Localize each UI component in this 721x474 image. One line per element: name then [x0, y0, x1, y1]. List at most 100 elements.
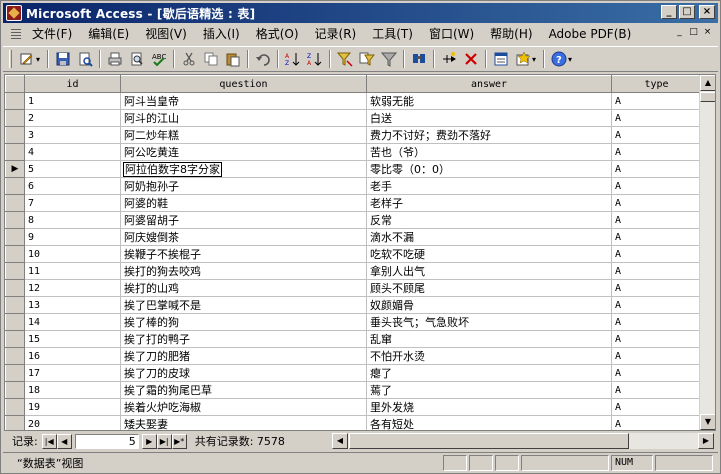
column-header-question[interactable]: question	[120, 75, 367, 93]
save-icon[interactable]	[53, 49, 73, 69]
copy-icon[interactable]	[201, 49, 221, 69]
cell-type[interactable]: A	[611, 245, 702, 263]
undo-icon[interactable]	[253, 49, 273, 69]
filter-by-selection-icon[interactable]	[335, 49, 355, 69]
next-record-button[interactable]: ▶	[141, 433, 157, 449]
record-selector[interactable]	[5, 92, 25, 110]
cell-answer[interactable]: 各有短处	[366, 415, 612, 430]
record-selector[interactable]	[5, 415, 25, 430]
cell-id[interactable]: 5	[24, 160, 121, 178]
cell-type[interactable]: A	[611, 279, 702, 297]
cell-id[interactable]: 4	[24, 143, 121, 161]
new-record-icon[interactable]	[439, 49, 459, 69]
cell-answer[interactable]: 垂头丧气；气急败坏	[366, 313, 612, 331]
table-row[interactable]: 10 挨鞭子不挨棍子 吃软不吃硬 A	[5, 245, 702, 263]
cell-answer[interactable]: 顾头不顾尾	[366, 279, 612, 297]
cell-type[interactable]: A	[611, 143, 702, 161]
cell-answer[interactable]: 软弱无能	[366, 92, 612, 110]
record-selector[interactable]	[5, 177, 25, 195]
cell-type[interactable]: A	[611, 92, 702, 110]
toolbar-grip[interactable]	[9, 50, 12, 68]
cell-id[interactable]: 1	[24, 92, 121, 110]
cell-question[interactable]: 阿奶抱孙子	[120, 177, 367, 195]
record-selector[interactable]	[5, 194, 25, 212]
help-icon[interactable]: ?	[549, 49, 569, 69]
cell-answer[interactable]: 不怕开水烫	[366, 347, 612, 365]
cell-answer[interactable]: 吃软不吃硬	[366, 245, 612, 263]
cell-id[interactable]: 18	[24, 381, 121, 399]
doc-close-button[interactable]: ×	[701, 27, 714, 39]
table-row[interactable]: 4 阿公吃黄连 苦也（爷） A	[5, 143, 702, 161]
table-row[interactable]: 9 阿庆嫂倒茶 滴水不漏 A	[5, 228, 702, 246]
cell-question[interactable]: 挨打的山鸡	[120, 279, 367, 297]
editing-cell-text[interactable]: 阿拉伯数字8字分家	[123, 162, 222, 177]
cell-type[interactable]: A	[611, 109, 702, 127]
table-row[interactable]: 12 挨打的山鸡 顾头不顾尾 A	[5, 279, 702, 297]
cell-id[interactable]: 16	[24, 347, 121, 365]
cell-answer[interactable]: 里外发烧	[366, 398, 612, 416]
record-selector[interactable]	[5, 364, 25, 382]
cell-question[interactable]: 挨了打的鸭子	[120, 330, 367, 348]
menu-window[interactable]: 窗口(W)	[421, 25, 482, 43]
record-selector[interactable]	[5, 109, 25, 127]
current-record-input[interactable]: 5	[74, 433, 139, 449]
cell-question[interactable]: 挨鞭子不挨棍子	[120, 245, 367, 263]
cell-type[interactable]: A	[611, 364, 702, 382]
cell-question[interactable]: 挨了棒的狗	[120, 313, 367, 331]
delete-record-icon[interactable]	[461, 49, 481, 69]
cell-id[interactable]: 6	[24, 177, 121, 195]
cell-type[interactable]: A	[611, 347, 702, 365]
menu-format[interactable]: 格式(O)	[248, 25, 307, 43]
column-header-answer[interactable]: answer	[366, 75, 612, 93]
minimize-button[interactable]: _	[661, 5, 677, 19]
record-selector[interactable]	[5, 398, 25, 416]
cell-type[interactable]: A	[611, 330, 702, 348]
record-selector[interactable]	[5, 262, 25, 280]
cell-answer[interactable]: 滴水不漏	[366, 228, 612, 246]
table-row[interactable]: 14 挨了棒的狗 垂头丧气；气急败坏 A	[5, 313, 702, 331]
cell-question[interactable]: 阿斗当皇帝	[120, 92, 367, 110]
cell-type[interactable]: A	[611, 296, 702, 314]
document-icon[interactable]	[9, 27, 21, 41]
cell-id[interactable]: 13	[24, 296, 121, 314]
record-selector[interactable]	[5, 279, 25, 297]
doc-restore-button[interactable]: □	[687, 27, 700, 39]
search-file-icon[interactable]	[75, 49, 95, 69]
cell-question[interactable]: 挨了刀的肥猪	[120, 347, 367, 365]
cell-question[interactable]: 挨了霜的狗尾巴草	[120, 381, 367, 399]
cell-type[interactable]: A	[611, 381, 702, 399]
cell-question[interactable]: 挨着火炉吃海椒	[120, 398, 367, 416]
scroll-down-button[interactable]: ▼	[700, 414, 715, 430]
menu-adobe-pdf[interactable]: Adobe PDF(B)	[541, 25, 640, 43]
record-selector[interactable]	[5, 381, 25, 399]
column-header-type[interactable]: type	[611, 75, 702, 93]
table-row[interactable]: 1 阿斗当皇帝 软弱无能 A	[5, 92, 702, 110]
menu-records[interactable]: 记录(R)	[307, 25, 365, 43]
cell-id[interactable]: 8	[24, 211, 121, 229]
view-icon[interactable]	[17, 49, 37, 69]
cell-type[interactable]: A	[611, 211, 702, 229]
menu-insert[interactable]: 插入(I)	[195, 25, 248, 43]
table-row[interactable]: ▶ 5 阿拉伯数字8字分家 零比零（0：0） A	[5, 160, 702, 178]
cell-type[interactable]: A	[611, 415, 702, 430]
table-row[interactable]: 15 挨了打的鸭子 乱窜 A	[5, 330, 702, 348]
cell-type[interactable]: A	[611, 126, 702, 144]
cell-answer[interactable]: 苦也（爷）	[366, 143, 612, 161]
print-icon[interactable]	[105, 49, 125, 69]
cell-type[interactable]: A	[611, 398, 702, 416]
cell-question[interactable]: 挨了刀的皮球	[120, 364, 367, 382]
cell-answer[interactable]: 拿别人出气	[366, 262, 612, 280]
table-row[interactable]: 19 挨着火炉吃海椒 里外发烧 A	[5, 398, 702, 416]
sort-ascending-icon[interactable]: AZ	[283, 49, 303, 69]
table-row[interactable]: 6 阿奶抱孙子 老手 A	[5, 177, 702, 195]
first-record-button[interactable]: |◀	[41, 433, 57, 449]
cell-id[interactable]: 12	[24, 279, 121, 297]
table-row[interactable]: 17 挨了刀的皮球 瘪了 A	[5, 364, 702, 382]
find-icon[interactable]	[409, 49, 429, 69]
close-button[interactable]: ×	[699, 5, 715, 19]
record-selector[interactable]	[5, 245, 25, 263]
cell-answer[interactable]: 奴颜媚骨	[366, 296, 612, 314]
doc-minimize-button[interactable]: _	[673, 27, 686, 39]
horizontal-scrollbar[interactable]: ◀ ▶	[332, 433, 714, 449]
record-selector[interactable]	[5, 228, 25, 246]
